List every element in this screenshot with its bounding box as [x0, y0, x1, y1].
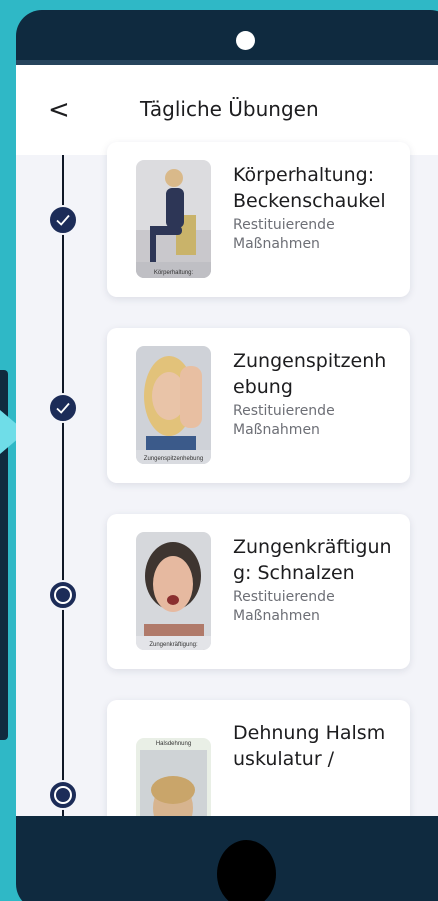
exercise-title: Zungenkräftigung: Schnalzen	[233, 536, 392, 584]
exercise-category: Restituierende Maßnahmen	[233, 589, 335, 624]
ring-icon	[54, 586, 72, 604]
exercise-title: Dehnung Halsmuskulatur /	[233, 722, 386, 770]
timeline-node-open	[48, 580, 78, 610]
check-icon	[56, 402, 70, 414]
exercise-thumbnail: Körperhaltung:	[136, 160, 211, 278]
exercise-card[interactable]: Körperhaltung: Körperhaltung: Beckenscha…	[107, 142, 410, 297]
timeline-node-open	[48, 780, 78, 810]
ring-icon	[54, 786, 72, 804]
exercise-thumbnail: Zungenspitzenhebung	[136, 346, 211, 464]
page-title: Tägliche Übungen	[140, 97, 319, 121]
back-button[interactable]: <	[48, 93, 78, 127]
thumbnail-caption: Zungenspitzenhebung	[143, 456, 204, 462]
app-screen: < Tägliche Übungen Körperhaltung: Körper…	[16, 60, 438, 816]
thumbnail-caption: Körperhaltung:	[153, 270, 194, 276]
timeline-node-completed	[48, 393, 78, 423]
thumbnail-caption: Zungenkräftigung:	[149, 642, 198, 648]
exercise-category: Restituierende Maßnahmen	[233, 403, 335, 438]
chevron-left-icon: <	[48, 95, 70, 125]
exercise-card[interactable]: Halsdehnung Dehnung Halsmuskulatur /	[107, 700, 410, 816]
exercise-title: Körperhaltung: Beckenschaukel	[233, 164, 386, 212]
exercise-card[interactable]: Zungenspitzenhebung Zungenspitzenhebung …	[107, 328, 410, 483]
exercise-thumbnail: Halsdehnung	[136, 738, 211, 816]
exercise-card[interactable]: Zungenkräftigung: Zungenkräftigung: Schn…	[107, 514, 410, 669]
check-icon	[56, 214, 70, 226]
thumbnail-caption: Halsdehnung	[155, 741, 192, 747]
exercise-thumbnail: Zungenkräftigung:	[136, 532, 211, 650]
home-button[interactable]	[217, 840, 276, 901]
exercise-category: Restituierende Maßnahmen	[233, 217, 335, 252]
exercise-title: Zungenspitzenhebung	[233, 350, 387, 398]
camera-dot	[236, 31, 255, 50]
timeline-line	[62, 155, 64, 816]
timeline-node-completed	[48, 205, 78, 235]
